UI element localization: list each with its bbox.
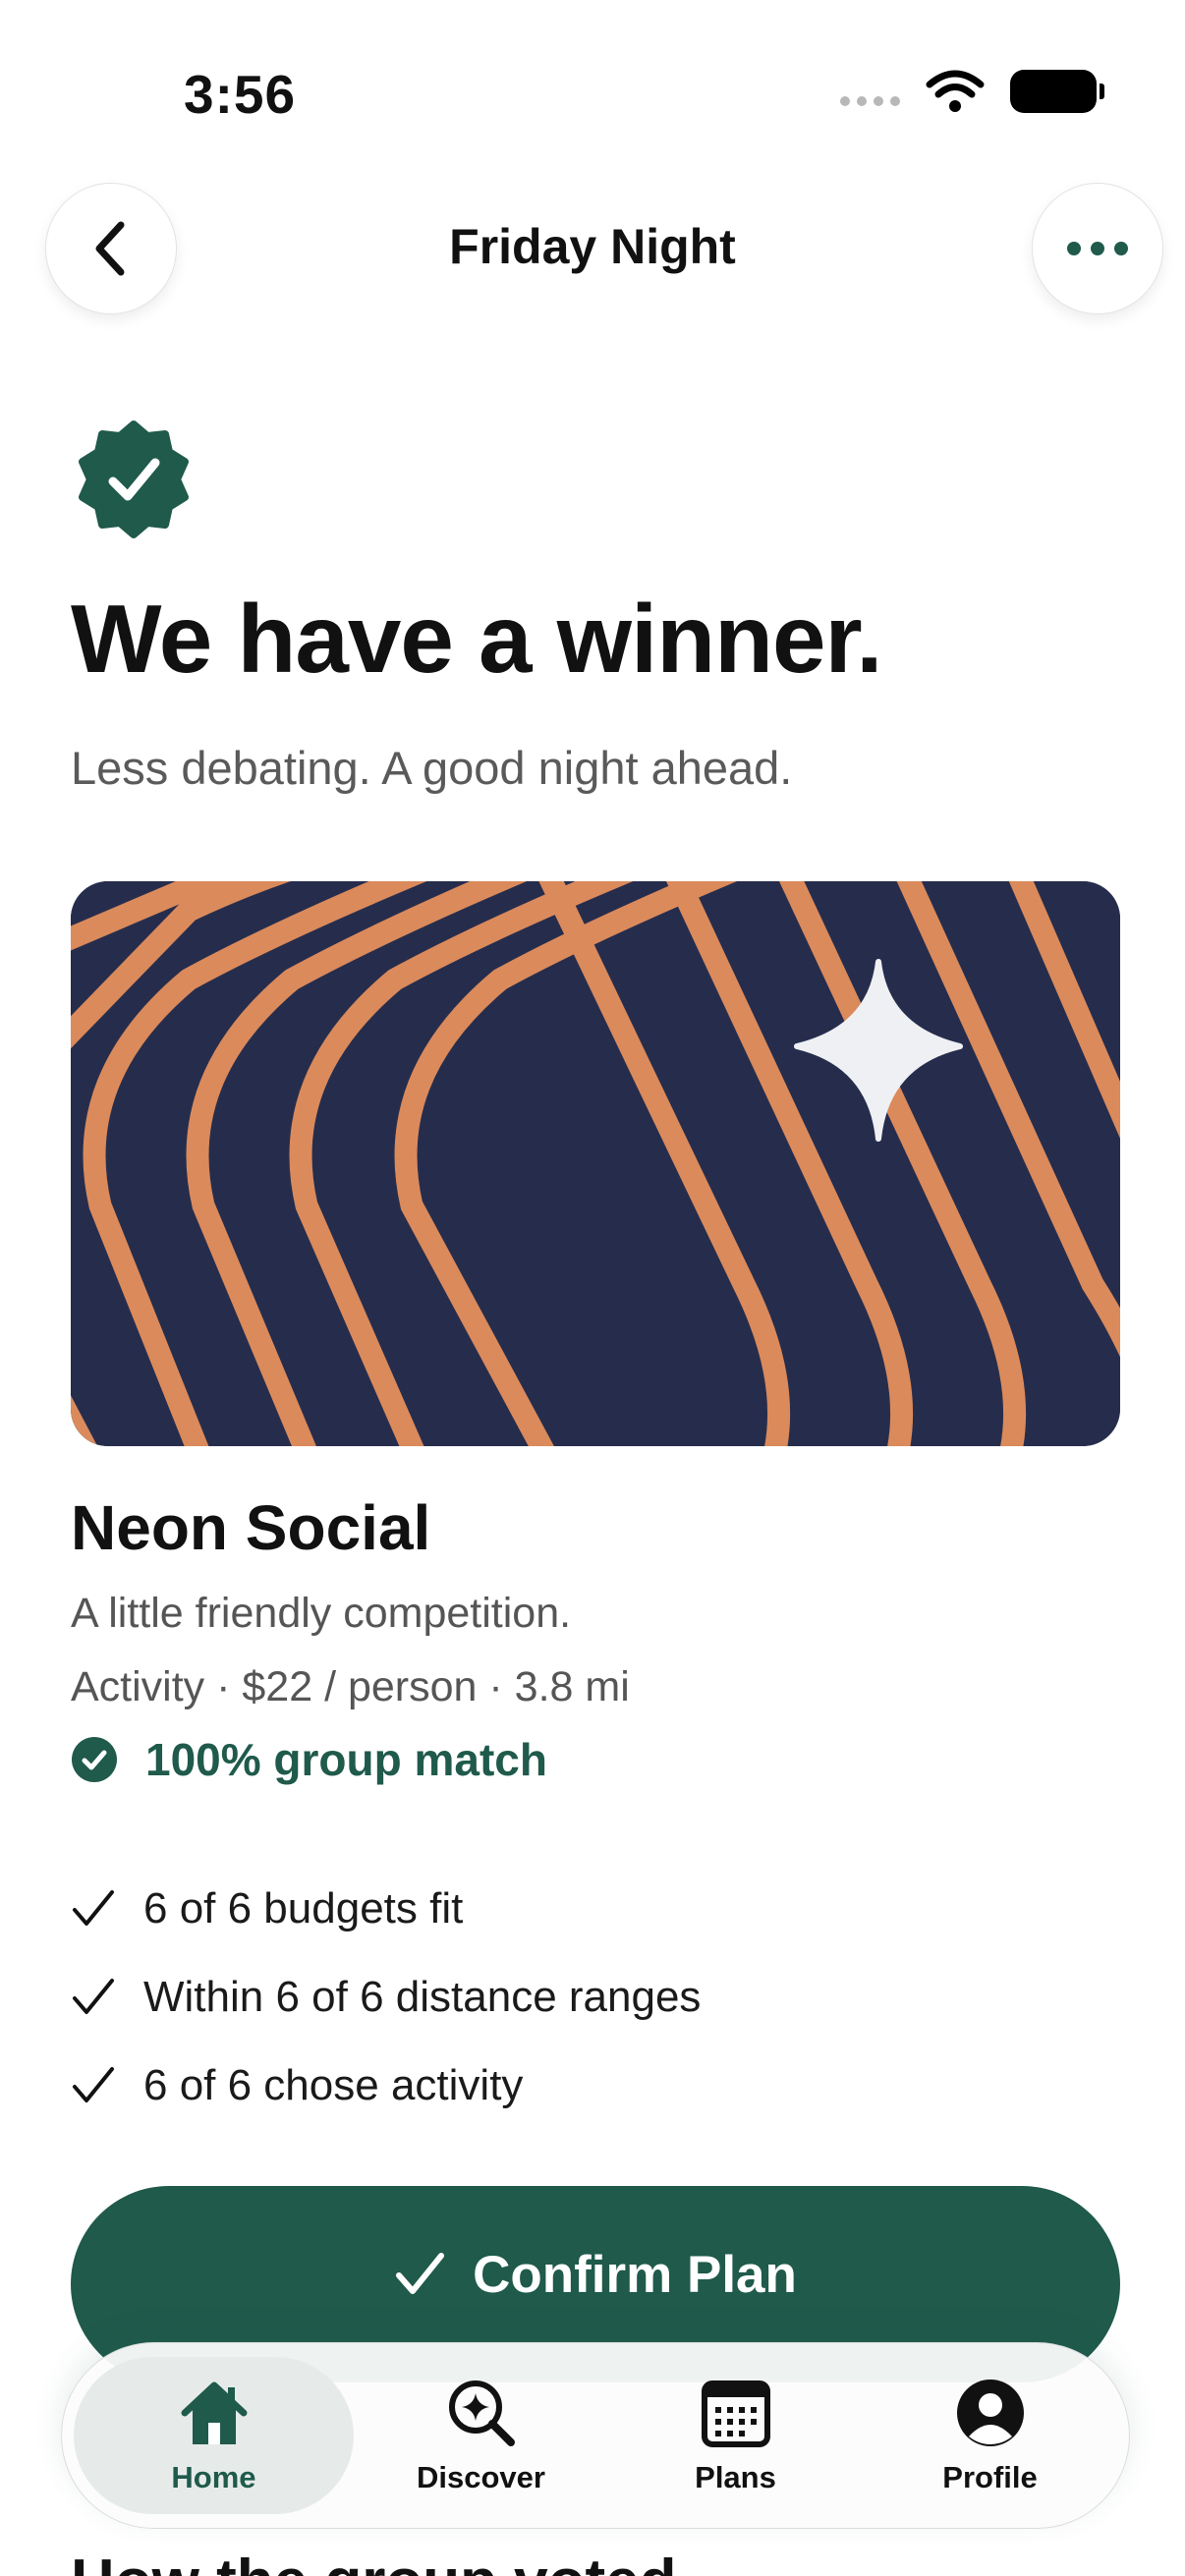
wifi-icon bbox=[926, 70, 985, 112]
tab-label: Plans bbox=[695, 2460, 776, 2494]
page-title: Friday Night bbox=[449, 219, 736, 274]
tab-profile[interactable]: Profile bbox=[863, 2357, 1117, 2514]
group-match: 100% group match bbox=[71, 1733, 547, 1786]
ellipsis-icon bbox=[1067, 242, 1128, 255]
checklist-item-label: 6 of 6 chose activity bbox=[143, 2061, 524, 2109]
discover-icon bbox=[448, 2380, 515, 2446]
checkmark-icon bbox=[73, 1890, 114, 1926]
venue-name: Neon Social bbox=[71, 1492, 431, 1563]
checklist-item: Within 6 of 6 distance ranges bbox=[71, 1953, 701, 2042]
venue-hero-image bbox=[71, 881, 1120, 1446]
battery-icon bbox=[1010, 70, 1104, 113]
tab-label: Discover bbox=[417, 2460, 545, 2494]
verified-badge-icon bbox=[79, 420, 189, 538]
signal-icon bbox=[840, 96, 900, 106]
section-title: How the group voted bbox=[71, 2547, 677, 2576]
profile-icon bbox=[956, 2380, 1024, 2446]
match-checklist: 6 of 6 budgets fit Within 6 of 6 distanc… bbox=[71, 1865, 701, 2130]
check-circle-icon bbox=[72, 1737, 117, 1782]
checklist-item-label: 6 of 6 budgets fit bbox=[143, 1884, 464, 1932]
group-match-label: 100% group match bbox=[145, 1734, 547, 1785]
tab-bar: Home Discover Plans Profile bbox=[61, 2342, 1130, 2529]
tab-label: Profile bbox=[942, 2460, 1038, 2494]
status-indicators bbox=[840, 69, 1104, 114]
tab-label: Home bbox=[171, 2460, 256, 2494]
checkmark-icon bbox=[396, 2253, 445, 2294]
checklist-item: 6 of 6 budgets fit bbox=[71, 1865, 701, 1953]
calendar-icon bbox=[701, 2380, 770, 2447]
checklist-item: 6 of 6 chose activity bbox=[71, 2042, 701, 2130]
winner-subheadline: Less debating. A good night ahead. bbox=[71, 742, 793, 794]
status-time: 3:56 bbox=[184, 64, 297, 125]
checklist-item-label: Within 6 of 6 distance ranges bbox=[143, 1973, 702, 2021]
home-icon bbox=[181, 2381, 247, 2444]
more-options-button[interactable] bbox=[1032, 183, 1163, 314]
checkmark-icon bbox=[73, 2067, 114, 2102]
checkmark-icon bbox=[73, 1979, 114, 2014]
hero-illustration bbox=[71, 881, 1120, 1446]
venue-meta: Activity · $22 / person · 3.8 mi bbox=[71, 1663, 630, 1710]
tab-home[interactable]: Home bbox=[74, 2357, 354, 2514]
winner-headline: We have a winner. bbox=[71, 585, 882, 693]
tab-discover[interactable]: Discover bbox=[354, 2357, 608, 2514]
venue-tagline: A little friendly competition. bbox=[71, 1590, 572, 1637]
winner-screen: 3:56 Friday Night We have a winner. Less… bbox=[0, 0, 1185, 2576]
tab-plans[interactable]: Plans bbox=[608, 2357, 863, 2514]
